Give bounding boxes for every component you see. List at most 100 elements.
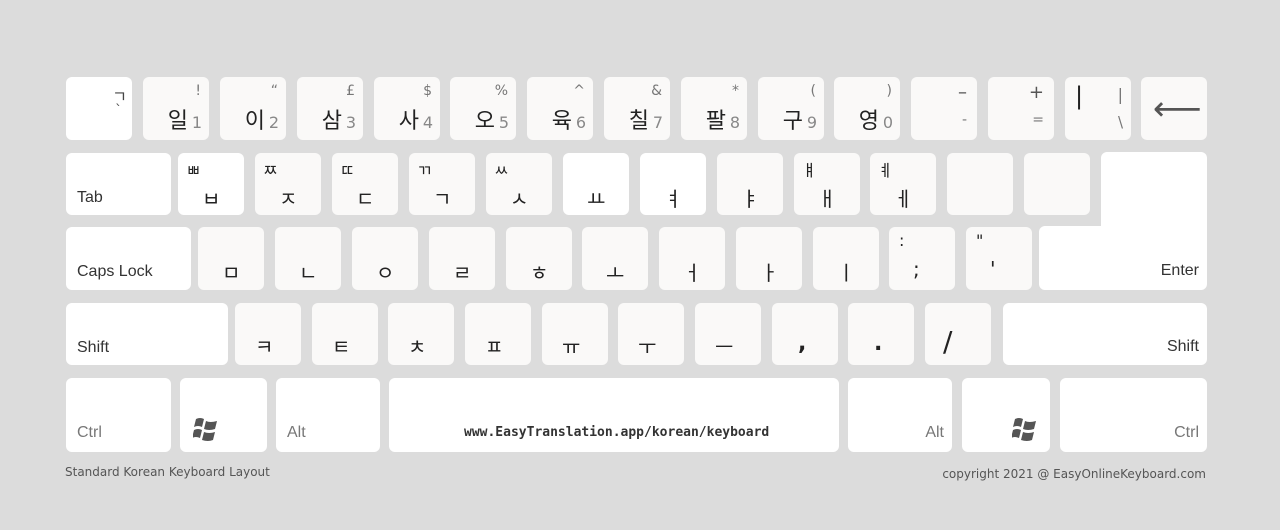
left-ctrl-label: Ctrl: [77, 424, 102, 441]
key-main-char: ㅍ: [485, 335, 504, 359]
right-shift-key[interactable]: Shift: [1003, 303, 1207, 365]
right-ctrl-key[interactable]: Ctrl: [1060, 378, 1207, 452]
letter-key[interactable]: ㄸㄷ: [332, 153, 398, 215]
windows-logo-icon: [193, 418, 217, 441]
number-row-key[interactable]: + =: [988, 77, 1054, 140]
letter-key[interactable]: ㅣ: [813, 227, 879, 290]
number-row-key[interactable]: – -: [911, 77, 977, 140]
right-alt-key[interactable]: Alt: [848, 378, 952, 452]
letter-key[interactable]: ㅠ: [542, 303, 608, 365]
number-row-key[interactable]: 영) 0: [834, 77, 900, 140]
number-row-key[interactable]: | | \: [1065, 77, 1131, 140]
key-shift-char: ㅖ: [878, 161, 893, 180]
letter-key[interactable]: ㅆㅅ: [486, 153, 552, 215]
letter-key[interactable]: ㅎ: [506, 227, 572, 290]
letter-key[interactable]: ,: [772, 303, 838, 365]
letter-key[interactable]: ㅏ: [736, 227, 802, 290]
letter-key[interactable]: ㄲㄱ: [409, 153, 475, 215]
letter-key[interactable]: ㅑ: [717, 153, 783, 215]
number-row-key[interactable]: 사 $4: [374, 77, 440, 140]
letter-key[interactable]: ㅕ: [640, 153, 706, 215]
letter-key[interactable]: ㅌ: [312, 303, 378, 365]
letter-key[interactable]: [1024, 153, 1090, 215]
key-main-char: 일: [167, 109, 188, 134]
left-alt-key[interactable]: Alt: [276, 378, 380, 452]
letter-key[interactable]: ㄹ: [429, 227, 495, 290]
letter-key[interactable]: " ': [966, 227, 1032, 290]
key-main-char: ㅁ: [222, 261, 241, 285]
letter-key[interactable]: ㅒㅐ: [794, 153, 860, 215]
key-number-char: 3: [345, 113, 356, 132]
copyright-text: copyright 2021 @ EasyOnlineKeyboard.com: [942, 467, 1206, 481]
left-ctrl-key[interactable]: Ctrl: [66, 378, 171, 452]
letter-key[interactable]: [947, 153, 1013, 215]
right-windows-key[interactable]: [962, 378, 1050, 452]
number-row-key[interactable]: 이 “ 2: [220, 77, 286, 140]
key-number-char: 9: [806, 113, 817, 132]
right-shift-label: Shift: [1166, 338, 1199, 355]
enter-key[interactable]: Enter: [1039, 226, 1207, 290]
key-shift-char: ㄲ: [417, 161, 432, 180]
letter-key[interactable]: ㄴ: [275, 227, 341, 290]
number-row-key[interactable]: 오% 5: [450, 77, 516, 140]
key-main-char: ;: [913, 257, 920, 281]
letter-key[interactable]: ㅗ: [582, 227, 648, 290]
key-shift-char: ": [976, 231, 984, 250]
number-row-key[interactable]: ㄱ `: [66, 77, 132, 140]
key-main-char: 오: [474, 109, 495, 134]
key-shift-char: ㅆ: [494, 161, 509, 180]
letter-key[interactable]: /: [925, 303, 991, 365]
letter-key[interactable]: .: [848, 303, 914, 365]
letter-key[interactable]: ㅋ: [235, 303, 301, 365]
letter-key[interactable]: ㅉㅈ: [255, 153, 321, 215]
key-main-char: ㅓ: [683, 261, 702, 285]
left-shift-key[interactable]: Shift: [66, 303, 228, 365]
key-shift-char: “: [270, 83, 278, 99]
key-main-char: ㄱ: [433, 187, 452, 211]
letter-key[interactable]: ㅊ: [388, 303, 454, 365]
key-shift-char: $: [423, 83, 432, 99]
key-main-char: 사: [398, 109, 419, 134]
key-main-char: 팔: [705, 109, 726, 134]
tab-key[interactable]: Tab: [66, 153, 171, 215]
key-main-char: ,: [798, 331, 807, 356]
caps-lock-key[interactable]: Caps Lock: [66, 227, 191, 290]
key-main-char: ㅂ: [202, 187, 221, 211]
windows-logo-icon: [1012, 418, 1036, 441]
caps-lock-label: Caps Lock: [77, 263, 153, 280]
letter-key[interactable]: ㅃㅂ: [178, 153, 244, 215]
key-number-char: 0: [882, 113, 893, 132]
key-base-char: \: [1117, 113, 1123, 131]
number-row-key[interactable]: 일! 1: [143, 77, 209, 140]
number-row-key[interactable]: 팔 * 8: [681, 77, 747, 140]
letter-key[interactable]: ㅇ: [352, 227, 418, 290]
number-row-key[interactable]: 육 ^ 6: [527, 77, 593, 140]
number-row-key[interactable]: 삼 £3: [297, 77, 363, 140]
letter-key[interactable]: ㅡ: [695, 303, 761, 365]
key-main-char: ㄹ: [453, 261, 472, 285]
letter-key[interactable]: ㅛ: [563, 153, 629, 215]
number-row-key[interactable]: 구 (9: [758, 77, 824, 140]
key-shift-char: ㅒ: [802, 161, 817, 180]
key-number-char: -: [961, 112, 967, 128]
key-shift-char: *: [732, 83, 739, 99]
key-shift-char: ㅃ: [186, 161, 201, 180]
backspace-key[interactable]: ⟵: [1141, 77, 1207, 140]
letter-key[interactable]: ㅍ: [465, 303, 531, 365]
key-main-char: ': [990, 257, 996, 281]
tab-label: Tab: [77, 189, 103, 206]
letter-key[interactable]: :;: [889, 227, 955, 290]
left-windows-key[interactable]: [180, 378, 267, 452]
number-row-key[interactable]: 칠 & 7: [604, 77, 670, 140]
letter-key[interactable]: ㅖㅔ: [870, 153, 936, 215]
key-shift-char: :: [899, 231, 905, 250]
letter-key[interactable]: ㅁ: [198, 227, 264, 290]
key-shift-char: ㄸ: [340, 161, 355, 180]
key-shift-char: !: [195, 83, 201, 99]
enter-label: Enter: [1160, 262, 1199, 279]
space-key[interactable]: www.EasyTranslation.app/korean/keyboard: [389, 378, 839, 452]
key-main-char: 육: [551, 109, 572, 134]
letter-key[interactable]: ㅓ: [659, 227, 725, 290]
key-main-char: ㄷ: [356, 187, 375, 211]
letter-key[interactable]: ㅜ: [618, 303, 684, 365]
